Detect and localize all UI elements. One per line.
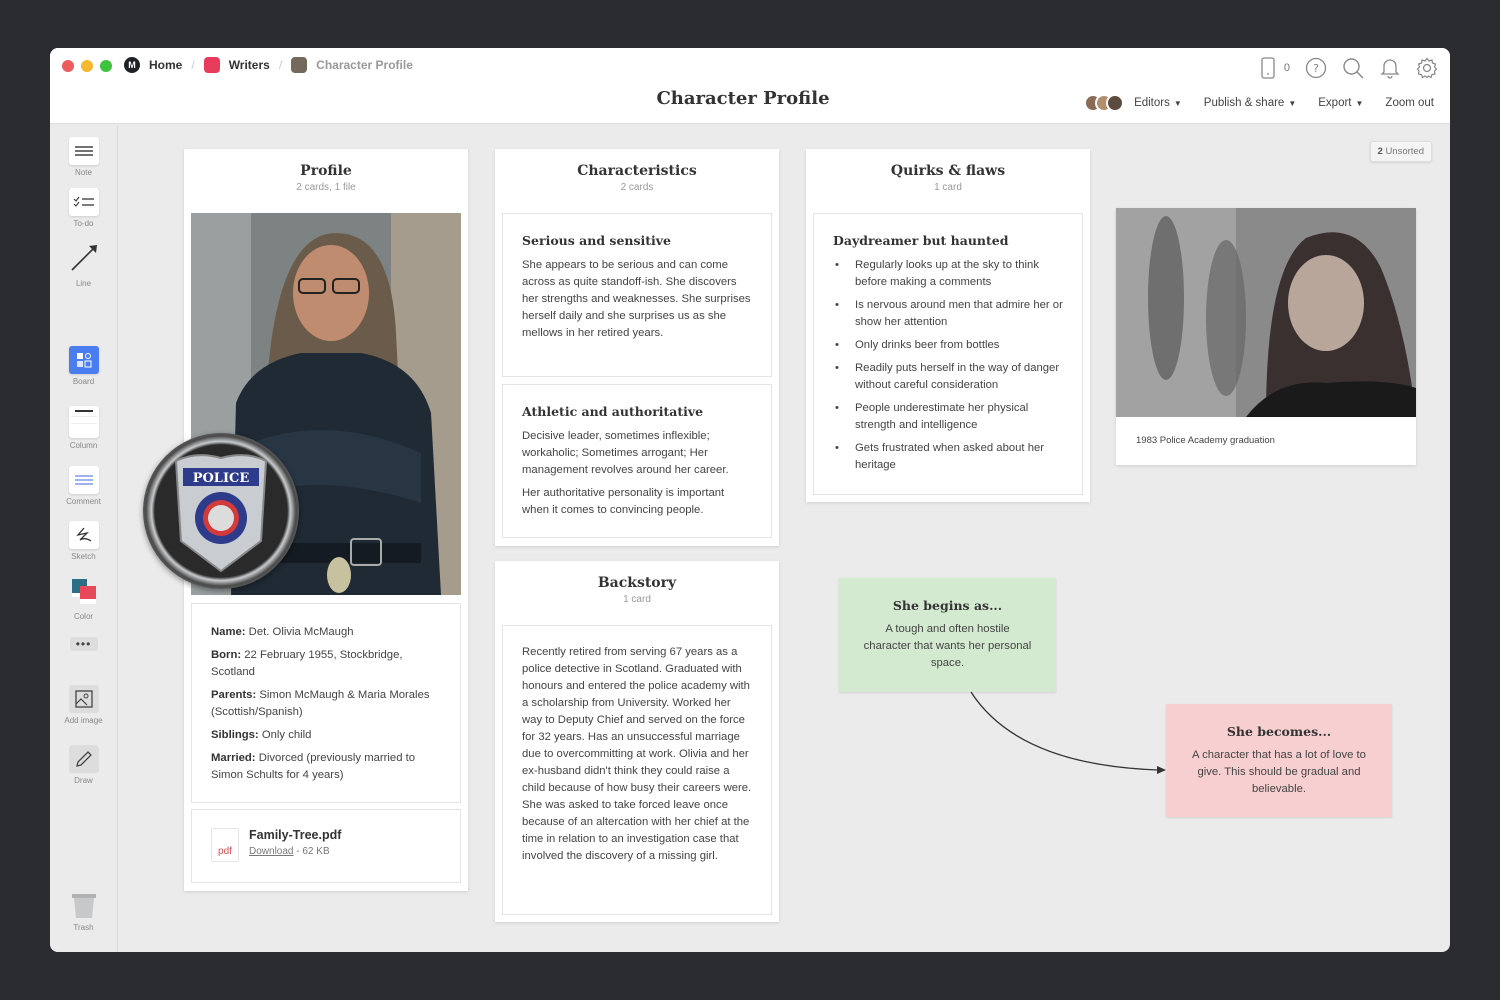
breadcrumb-separator: / — [278, 58, 283, 72]
tool-label: Comment — [66, 497, 101, 506]
more-icon: ••• — [69, 637, 98, 651]
line-arrow-icon — [69, 240, 99, 276]
tool-note[interactable]: Note — [50, 137, 117, 177]
top-icon-bar: 0 ? — [1257, 56, 1438, 79]
tool-label: Trash — [73, 923, 94, 932]
breadcrumb-label: Writers — [228, 58, 270, 72]
zoom-out-label: Zoom out — [1385, 97, 1434, 109]
tool-comment[interactable]: Comment — [50, 466, 117, 506]
sketch-icon — [68, 521, 99, 549]
tool-color[interactable]: Color — [50, 575, 117, 621]
top-bar: M Home / Writers / Character Profile Cha… — [50, 48, 1450, 124]
chevron-down-icon: ▼ — [1288, 98, 1297, 108]
chevron-down-icon: ▼ — [1173, 98, 1182, 108]
minimize-window-button[interactable] — [81, 60, 93, 72]
column-icon — [68, 406, 99, 438]
comment-icon — [68, 466, 99, 494]
board-icon — [291, 57, 308, 73]
app-window: M Home / Writers / Character Profile Cha… — [50, 48, 1450, 952]
pen-icon — [68, 745, 99, 773]
search-icon[interactable] — [1341, 56, 1364, 79]
device-count: 0 — [1283, 61, 1290, 74]
board-actions: Editors ▼ Publish & share ▼ Export ▼ Zoo… — [1084, 94, 1434, 112]
breadcrumb: M Home / Writers / Character Profile — [124, 57, 413, 73]
editors-dropdown[interactable]: Editors ▼ — [1134, 97, 1182, 109]
tool-label: Add image — [64, 716, 103, 725]
tool-label: Line — [75, 279, 92, 288]
help-icon[interactable]: ? — [1304, 56, 1327, 79]
tool-board[interactable]: Board — [50, 346, 117, 386]
breadcrumb-separator: / — [191, 58, 195, 72]
tool-label: Color — [73, 612, 94, 621]
breadcrumb-home[interactable]: M Home — [124, 57, 182, 73]
breadcrumb-writers[interactable]: Writers — [203, 57, 270, 73]
gear-icon[interactable] — [1415, 56, 1438, 79]
editor-avatars[interactable] — [1084, 94, 1125, 112]
export-dropdown[interactable]: Export ▼ — [1318, 97, 1363, 109]
publish-label: Publish & share — [1203, 97, 1285, 109]
avatar — [1106, 94, 1125, 112]
tool-sketch[interactable]: Sketch — [50, 521, 117, 561]
window-controls — [62, 60, 112, 72]
tool-label: Board — [72, 377, 95, 386]
board-icon — [203, 57, 220, 73]
chevron-down-icon: ▼ — [1355, 98, 1364, 108]
tool-todo[interactable]: To-do — [50, 188, 117, 228]
breadcrumb-label: Character Profile — [316, 58, 413, 72]
svg-text:?: ? — [1313, 62, 1319, 75]
breadcrumb-current[interactable]: Character Profile — [291, 57, 413, 73]
tool-label: Column — [69, 441, 98, 450]
publish-share-dropdown[interactable]: Publish & share ▼ — [1204, 97, 1296, 109]
board-canvas[interactable]: 2 Unsorted Profile 2 cards, 1 file Name:… — [118, 125, 1450, 952]
color-swatch-icon — [69, 575, 99, 609]
board-icon — [68, 346, 99, 374]
connector-arrow[interactable] — [118, 125, 1450, 952]
breadcrumb-label: Home — [149, 58, 183, 72]
tool-label: Sketch — [71, 552, 96, 561]
note-icon — [68, 137, 99, 165]
tool-add-image[interactable]: Add image — [50, 685, 117, 725]
tool-column[interactable]: Column — [50, 406, 117, 450]
image-icon — [68, 685, 99, 713]
maximize-window-button[interactable] — [100, 60, 112, 72]
bell-icon[interactable] — [1378, 56, 1401, 79]
mobile-device-icon[interactable] — [1257, 56, 1280, 79]
tool-sidebar: Note To-do Line Board Column Comment Ske… — [50, 125, 118, 952]
export-label: Export — [1318, 97, 1352, 109]
tool-draw[interactable]: Draw — [50, 745, 117, 785]
trash-icon — [69, 892, 99, 920]
tool-label: Draw — [74, 776, 93, 785]
editors-label: Editors — [1134, 97, 1170, 109]
tool-label: To-do — [73, 219, 94, 228]
milanote-logo-icon: M — [124, 57, 140, 73]
close-window-button[interactable] — [62, 60, 74, 72]
trash-button[interactable]: Trash — [50, 892, 117, 932]
zoom-out-button[interactable]: Zoom out — [1385, 97, 1434, 109]
more-tools-button[interactable]: ••• — [50, 637, 117, 654]
todo-icon — [68, 188, 99, 216]
tool-line[interactable]: Line — [50, 240, 117, 288]
tool-label: Note — [75, 168, 92, 177]
